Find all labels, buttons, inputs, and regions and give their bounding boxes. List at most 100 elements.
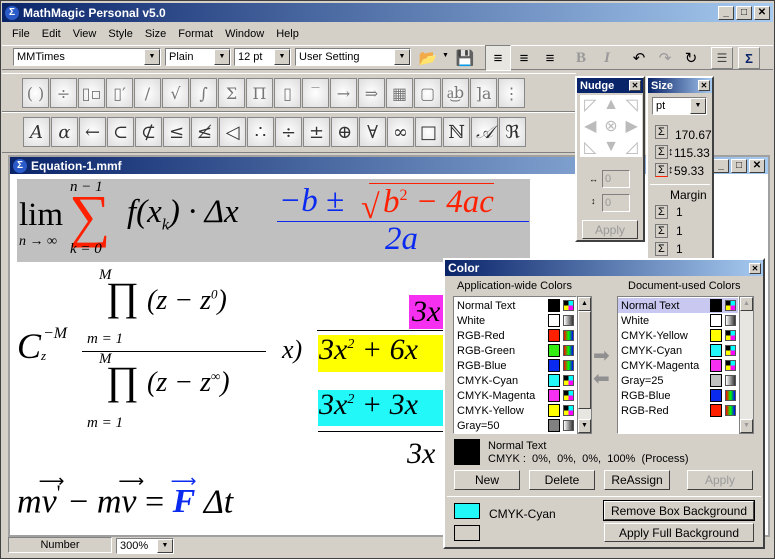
palette-overbar[interactable]: ‾ xyxy=(302,78,329,108)
equation-2[interactable]: C −M z M ∏ (z − z0) m = 1 M ∏ (z − z∞) m… xyxy=(17,265,444,475)
color-list-item[interactable]: White xyxy=(454,313,576,328)
doc-close-button[interactable]: ✕ xyxy=(749,158,765,173)
font-select[interactable]: MMTimes ▼ xyxy=(13,48,161,66)
reassign-color-button[interactable]: ReAssign xyxy=(604,470,670,490)
equation-1[interactable]: lim n → ∞ n − 1 ∑ k = 0 f(xk) · Δx −b ± … xyxy=(17,179,530,262)
copy-to-application-arrow-icon[interactable]: ➡ xyxy=(593,366,610,391)
nudge-down-icon[interactable]: ▼ xyxy=(603,138,619,156)
palette-sum[interactable]: Σ xyxy=(218,78,245,108)
palette-matrix[interactable]: ▦ xyxy=(386,78,413,108)
color-list-item[interactable]: RGB-Red xyxy=(618,403,738,418)
undo-button[interactable]: ↶ xyxy=(626,45,652,71)
nudge-reset-icon[interactable]: ⊗ xyxy=(604,116,617,136)
nudge-up-left-icon[interactable]: ◸ xyxy=(584,95,596,115)
apply-color-button[interactable]: Apply xyxy=(687,470,753,490)
palette-underbrace[interactable]: a͜b xyxy=(442,78,469,108)
nudge-apply-button[interactable]: Apply xyxy=(582,220,638,239)
scroll-down-button[interactable]: ▼ xyxy=(578,419,591,433)
app-color-list[interactable]: Normal Text White RGB-Red RGB-Green RGB-Blue… xyxy=(453,296,577,434)
menu-help[interactable]: Help xyxy=(270,25,305,43)
palette-dots[interactable]: ∴ xyxy=(247,117,274,147)
refresh-button[interactable]: ↻ xyxy=(678,45,704,71)
scroll-up-button[interactable]: ▲ xyxy=(740,297,753,311)
color-list-item[interactable]: RGB-Blue xyxy=(454,358,576,373)
scroll-up-button[interactable]: ▲ xyxy=(578,297,591,311)
open-folder-button[interactable]: 📂 xyxy=(415,45,441,71)
equation-button[interactable]: Σ xyxy=(738,47,760,69)
menu-size[interactable]: Size xyxy=(139,25,172,43)
palette-blackboard[interactable]: ℕ xyxy=(443,117,470,147)
color-list-item[interactable]: Gray=50 xyxy=(454,418,576,433)
color-list-item[interactable]: RGB-Red xyxy=(454,328,576,343)
remove-box-background-button[interactable]: Remove Box Background xyxy=(603,500,755,521)
palette-sets[interactable]: ⊂ xyxy=(107,117,134,147)
nudge-up-icon[interactable]: ▲ xyxy=(603,96,619,114)
app-list-scrollbar[interactable]: ▲ ▼ xyxy=(577,296,592,434)
color-list-item[interactable]: Gray=25 xyxy=(618,373,738,388)
palette-box[interactable]: ▢ xyxy=(414,78,441,108)
maximize-button[interactable]: □ xyxy=(736,5,752,20)
palette-neg-relations[interactable]: ≰ xyxy=(191,117,218,147)
list-view-button[interactable]: ☰ xyxy=(711,47,733,69)
menu-file[interactable]: File xyxy=(6,25,36,43)
color-list-item[interactable]: Normal Text xyxy=(454,298,576,313)
nudge-h-input[interactable]: 0 xyxy=(602,170,630,188)
palette-circled[interactable]: ⊕ xyxy=(331,117,358,147)
size-select[interactable]: 12 pt ▼ xyxy=(234,48,291,66)
palette-fraction[interactable]: ÷ xyxy=(50,78,77,108)
nudge-close-button[interactable]: ✕ xyxy=(629,80,641,91)
new-color-button[interactable]: New xyxy=(454,470,520,490)
style-select[interactable]: Plain ▼ xyxy=(165,48,231,66)
equation-3[interactable]: mv ⟶ ' − mv ⟶ = F ⟶ Δt xyxy=(17,471,317,530)
palette-logic[interactable]: ∀ xyxy=(359,117,386,147)
color-list-item[interactable]: CMYK-Cyan xyxy=(454,373,576,388)
nudge-up-right-icon[interactable]: ◹ xyxy=(626,95,638,115)
menu-format[interactable]: Format xyxy=(172,25,219,43)
apply-full-background-button[interactable]: Apply Full Background xyxy=(604,523,754,542)
palette-divide[interactable]: ÷ xyxy=(275,117,302,147)
nudge-left-icon[interactable]: ◀ xyxy=(584,116,596,136)
minimize-button[interactable]: _ xyxy=(718,5,734,20)
redo-button[interactable]: ↷ xyxy=(652,45,678,71)
empty-color-swatch[interactable] xyxy=(454,525,480,541)
palette-bracket[interactable]: ]a xyxy=(470,78,497,108)
open-dropdown-icon[interactable]: ▼ xyxy=(442,52,449,59)
nudge-v-input[interactable]: 0 xyxy=(602,194,630,212)
color-list-item[interactable]: RGB-Green xyxy=(454,343,576,358)
menu-edit[interactable]: Edit xyxy=(36,25,67,43)
palette-arrows[interactable]: ← xyxy=(79,117,106,147)
palette-greek[interactable]: α xyxy=(51,117,78,147)
palette-shapes[interactable]: □ xyxy=(415,117,442,147)
background-color-swatch[interactable] xyxy=(454,503,480,519)
palette-prime[interactable]: ▯′ xyxy=(106,78,133,108)
zoom-select[interactable]: 300% ▼ xyxy=(116,538,174,554)
delete-color-button[interactable]: Delete xyxy=(529,470,595,490)
color-list-item[interactable]: CMYK-Magenta xyxy=(618,358,738,373)
palette-misc[interactable]: ∞ xyxy=(387,117,414,147)
palette-vector[interactable]: → xyxy=(330,78,357,108)
align-right-button[interactable]: ≡ xyxy=(537,45,563,71)
color-list-item[interactable]: Normal Text xyxy=(618,298,738,313)
size-close-button[interactable]: ✕ xyxy=(698,80,710,91)
color-list-item[interactable]: CMYK-Cyan xyxy=(618,343,738,358)
color-close-button[interactable]: ✕ xyxy=(749,262,761,274)
menu-window[interactable]: Window xyxy=(219,25,270,43)
palette-integral[interactable]: ∫ xyxy=(190,78,217,108)
close-button[interactable]: ✕ xyxy=(754,5,770,20)
palette-sqrt[interactable]: √ xyxy=(162,78,189,108)
menu-style[interactable]: Style xyxy=(102,25,138,43)
palette-fraktur[interactable]: ℜ xyxy=(499,117,526,147)
color-list-item[interactable]: CMYK-Yellow xyxy=(454,403,576,418)
bold-button[interactable]: B xyxy=(568,45,594,71)
italic-button[interactable]: I xyxy=(594,45,620,71)
palette-operators[interactable]: ± xyxy=(303,117,330,147)
color-list-item[interactable]: CMYK-Yellow xyxy=(618,328,738,343)
scroll-down-button[interactable]: ▼ xyxy=(740,419,753,433)
palette-parentheses[interactable]: ( ) xyxy=(22,78,49,108)
doc-maximize-button[interactable]: □ xyxy=(731,158,747,173)
palette-relations[interactable]: ≤ xyxy=(163,117,190,147)
palette-slash[interactable]: / xyxy=(134,78,161,108)
nudge-down-right-icon[interactable]: ◿ xyxy=(626,137,638,157)
setting-select[interactable]: User Setting ▼ xyxy=(295,48,411,66)
palette-product[interactable]: Π xyxy=(246,78,273,108)
